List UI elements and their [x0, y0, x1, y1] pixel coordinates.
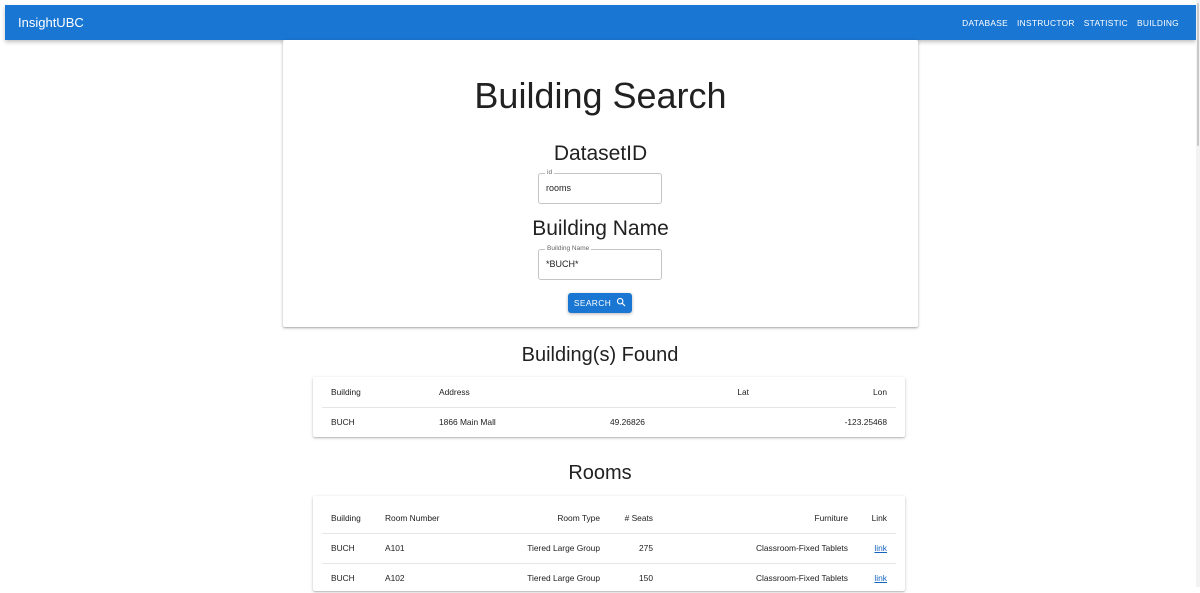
room-type-cell: Tiered Large Group	[527, 573, 600, 584]
page-title: Building Search	[474, 75, 727, 116]
column-header: Furniture	[653, 503, 848, 534]
rooms-table-card: Building Room Number Room Type # Seats F…	[313, 496, 905, 591]
room-type-cell: Tiered Large Group	[475, 533, 600, 564]
table-row: BUCH A102 Tiered Large Group 150 Classro…	[322, 563, 896, 593]
search-button[interactable]: SEARCH	[568, 293, 632, 313]
nav-building[interactable]: BUILDING	[1137, 18, 1179, 28]
buildings-table: Building Address Lat Lon BUCH 1866 Main …	[322, 377, 896, 437]
column-header: Room Type	[475, 503, 600, 534]
brand-title[interactable]: InsightUBC	[18, 15, 84, 30]
column-header: Building	[322, 377, 439, 408]
buildings-found-title: Building(s) Found	[521, 344, 679, 366]
link-cell: link	[848, 533, 896, 564]
address-cell: 1866 Main Mall	[439, 417, 496, 428]
column-header: Link	[848, 503, 896, 534]
top-nav: DATABASE INSTRUCTOR STATISTIC BUILDING	[962, 18, 1179, 28]
lon-cell: -123.25468	[844, 417, 887, 428]
rooms-table: Building Room Number Room Type # Seats F…	[322, 503, 896, 593]
app-bar: InsightUBC DATABASE INSTRUCTOR STATISTIC…	[5, 5, 1196, 40]
room-number-cell: A102	[385, 573, 405, 584]
dataset-heading: DatasetID	[553, 142, 648, 165]
dataset-id-input[interactable]	[546, 183, 656, 193]
building-name-field[interactable]: Building Name	[538, 244, 662, 280]
dataset-id-label: id	[545, 168, 555, 177]
column-header: Lat	[639, 377, 749, 408]
buildings-header-row: Building Address Lat Lon	[322, 377, 896, 408]
dataset-id-field[interactable]: id	[538, 168, 662, 204]
lat-cell: 49.26826	[610, 407, 749, 437]
rooms-title: Rooms	[568, 462, 632, 484]
column-header: Room Number	[385, 503, 475, 534]
building-code-cell: BUCH	[331, 417, 355, 428]
column-header: Lon	[749, 377, 896, 408]
building-name-input[interactable]	[546, 259, 656, 269]
table-row: BUCH 1866 Main Mall 49.26826 -123.25468	[322, 407, 896, 437]
building-name-heading: Building Name	[532, 217, 669, 240]
building-name-label: Building Name	[545, 244, 592, 253]
furniture-cell: Classroom-Fixed Tablets	[653, 533, 848, 564]
room-building-cell: BUCH	[322, 533, 385, 564]
column-header: # Seats	[600, 503, 653, 534]
column-header: Address	[439, 377, 639, 408]
scrollbar-thumb[interactable]	[1197, 3, 1199, 146]
room-building-cell: BUCH	[331, 573, 355, 584]
search-button-label: SEARCH	[573, 298, 612, 308]
search-icon	[616, 297, 626, 309]
room-link[interactable]: link	[874, 573, 887, 583]
rooms-header-row: Building Room Number Room Type # Seats F…	[322, 503, 896, 534]
nav-statistic[interactable]: STATISTIC	[1084, 18, 1128, 28]
table-row: BUCH A101 Tiered Large Group 275 Classro…	[322, 533, 896, 564]
buildings-table-card: Building Address Lat Lon BUCH 1866 Main …	[313, 377, 905, 437]
lat-value: 49.26826	[610, 417, 645, 428]
page-scrollbar[interactable]	[1196, 0, 1200, 587]
link-cell: link	[848, 563, 896, 593]
room-link[interactable]: link	[874, 543, 887, 553]
seats-cell: 275	[600, 533, 653, 564]
room-number-cell: A101	[385, 533, 475, 564]
column-header: Building	[322, 503, 385, 534]
search-card: Building Search DatasetID id Building Na…	[283, 40, 918, 327]
nav-database[interactable]: DATABASE	[962, 18, 1008, 28]
furniture-cell: Classroom-Fixed Tablets	[755, 573, 848, 584]
seats-cell: 150	[639, 573, 653, 584]
nav-instructor[interactable]: INSTRUCTOR	[1017, 18, 1075, 28]
